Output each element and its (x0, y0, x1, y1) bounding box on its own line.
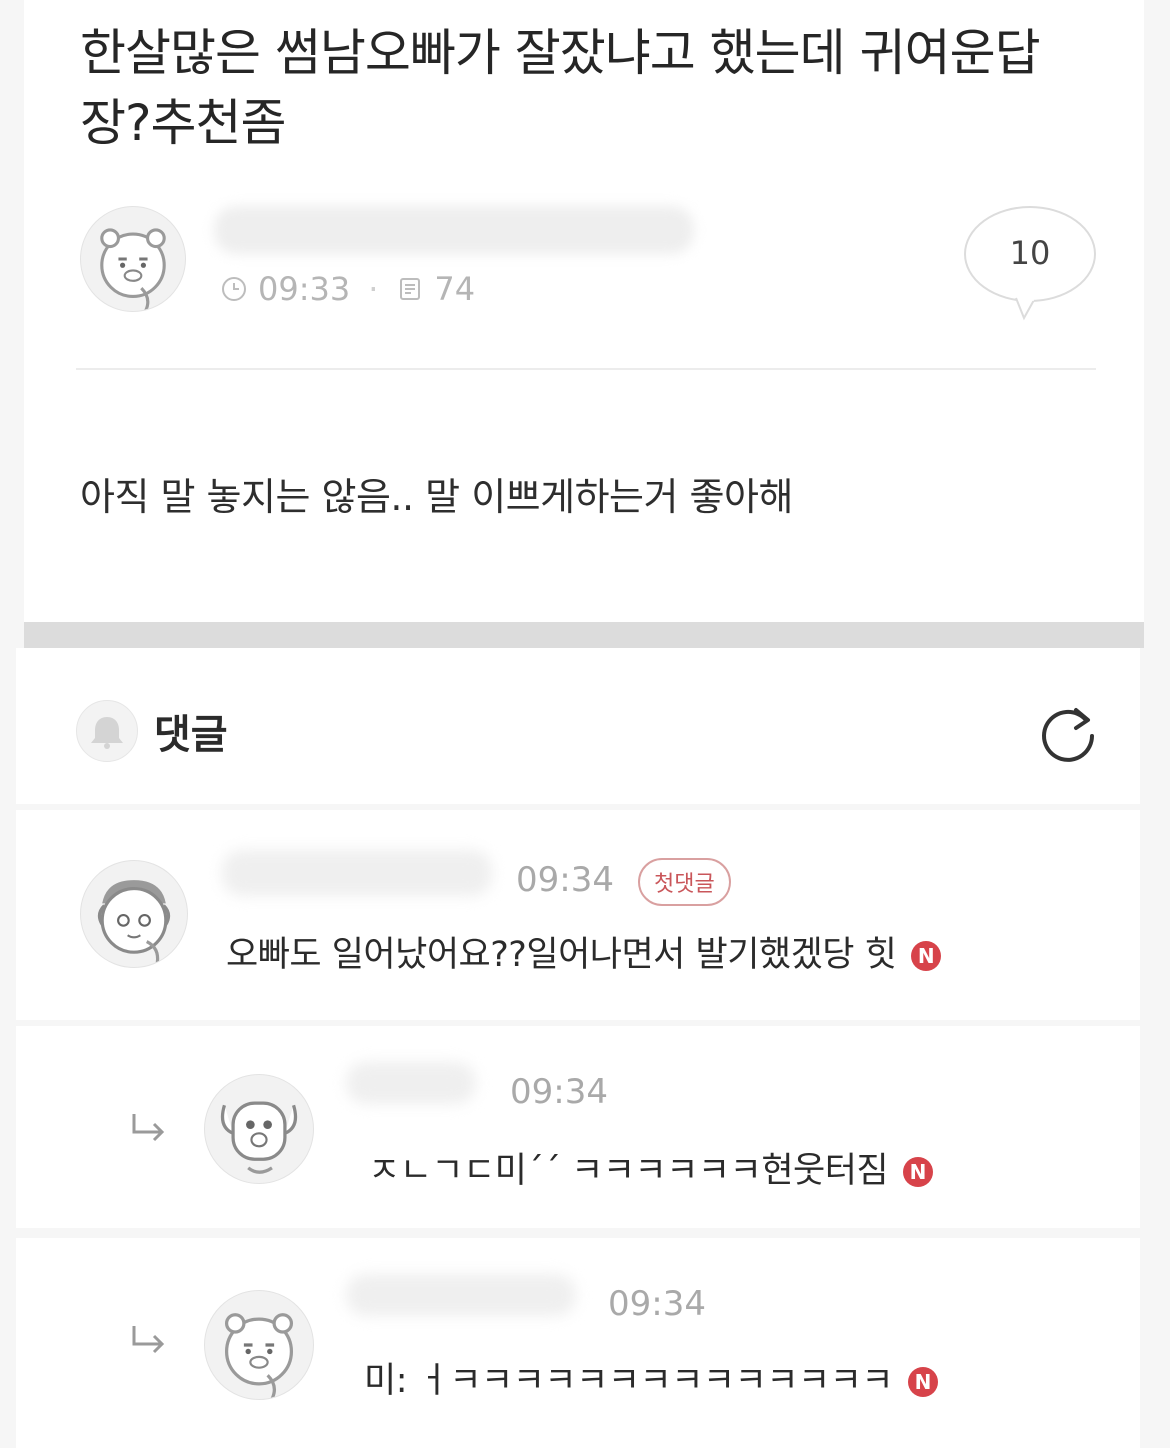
commenter-avatar[interactable] (204, 1074, 314, 1184)
ryan-character-icon (224, 1313, 294, 1399)
bell-icon[interactable] (76, 700, 138, 762)
comment-text: 오빠도 일어났어요??일어나면서 발기했겠당 힛 N (226, 926, 941, 977)
commenter-name-redacted (346, 1062, 476, 1104)
first-comment-badge: 첫댓글 (638, 858, 731, 906)
reply-item: 09:34 ㅈㄴㄱㄷ미´´ ㅋㅋㅋㅋㅋㅋ현웃터짐 N (16, 1026, 1140, 1228)
clock-icon (220, 275, 248, 303)
commenter-avatar[interactable] (204, 1290, 314, 1400)
ryan-character-icon (100, 228, 166, 311)
comment-count: 10 (1009, 234, 1051, 272)
view-count: 74 (434, 270, 476, 308)
apeach-character-icon (97, 880, 171, 963)
comment-count-bubble[interactable]: 10 (962, 204, 1098, 321)
new-badge: N (910, 941, 941, 971)
document-icon (396, 275, 424, 303)
new-badge: N (902, 1157, 933, 1187)
comment-text: 미: ㅓㅋㅋㅋㅋㅋㅋㅋㅋㅋㅋㅋㅋㅋㅋ N (364, 1352, 938, 1403)
frodo-character-icon (220, 1101, 298, 1174)
author-name-redacted (214, 206, 694, 254)
comment-text: ㅈㄴㄱㄷ미´´ ㅋㅋㅋㅋㅋㅋ현웃터짐 N (368, 1142, 933, 1193)
commenter-name-redacted (222, 850, 492, 896)
comment-time: 09:34 (516, 860, 614, 900)
comment-text-content: 미: ㅓㅋㅋㅋㅋㅋㅋㅋㅋㅋㅋㅋㅋㅋㅋ (364, 1361, 894, 1401)
comment-text-content: ㅈㄴㄱㄷ미´´ ㅋㅋㅋㅋㅋㅋ현웃터짐 (368, 1151, 889, 1191)
comment-time: 09:34 (608, 1284, 706, 1324)
post-divider (76, 368, 1096, 370)
post-card: 한살많은 썸남오빠가 잘잤냐고 했는데 귀여운답장?추천좀 09:33 · 74 (24, 0, 1144, 622)
refresh-icon[interactable] (1036, 700, 1100, 764)
section-separator (24, 622, 1144, 648)
author-avatar[interactable] (80, 206, 186, 312)
new-badge: N (907, 1367, 938, 1397)
commenter-avatar[interactable] (80, 860, 188, 968)
reply-item: 09:34 미: ㅓㅋㅋㅋㅋㅋㅋㅋㅋㅋㅋㅋㅋㅋㅋ N (16, 1238, 1140, 1448)
comment-item: 09:34 첫댓글 오빠도 일어났어요??일어나면서 발기했겠당 힛 N (16, 810, 1140, 1020)
post-body: 아직 말 놓지는 않음.. 말 이쁘게하는거 좋아해 (80, 475, 793, 519)
comments-title: 댓글 (154, 712, 228, 758)
reply-arrow-icon (132, 1326, 165, 1354)
commenter-name-redacted (346, 1274, 576, 1316)
comment-text-content: 오빠도 일어났어요??일어나면서 발기했겠당 힛 (226, 935, 897, 975)
comment-time: 09:34 (510, 1072, 608, 1112)
post-title: 한살많은 썸남오빠가 잘잤냐고 했는데 귀여운답장?추천좀 (80, 24, 1041, 152)
post-meta: 09:33 · 74 (220, 270, 475, 308)
reply-arrow-icon (132, 1114, 165, 1142)
post-time: 09:33 (258, 270, 351, 308)
comments-header: 댓글 (16, 648, 1140, 804)
meta-separator: · (368, 270, 379, 308)
